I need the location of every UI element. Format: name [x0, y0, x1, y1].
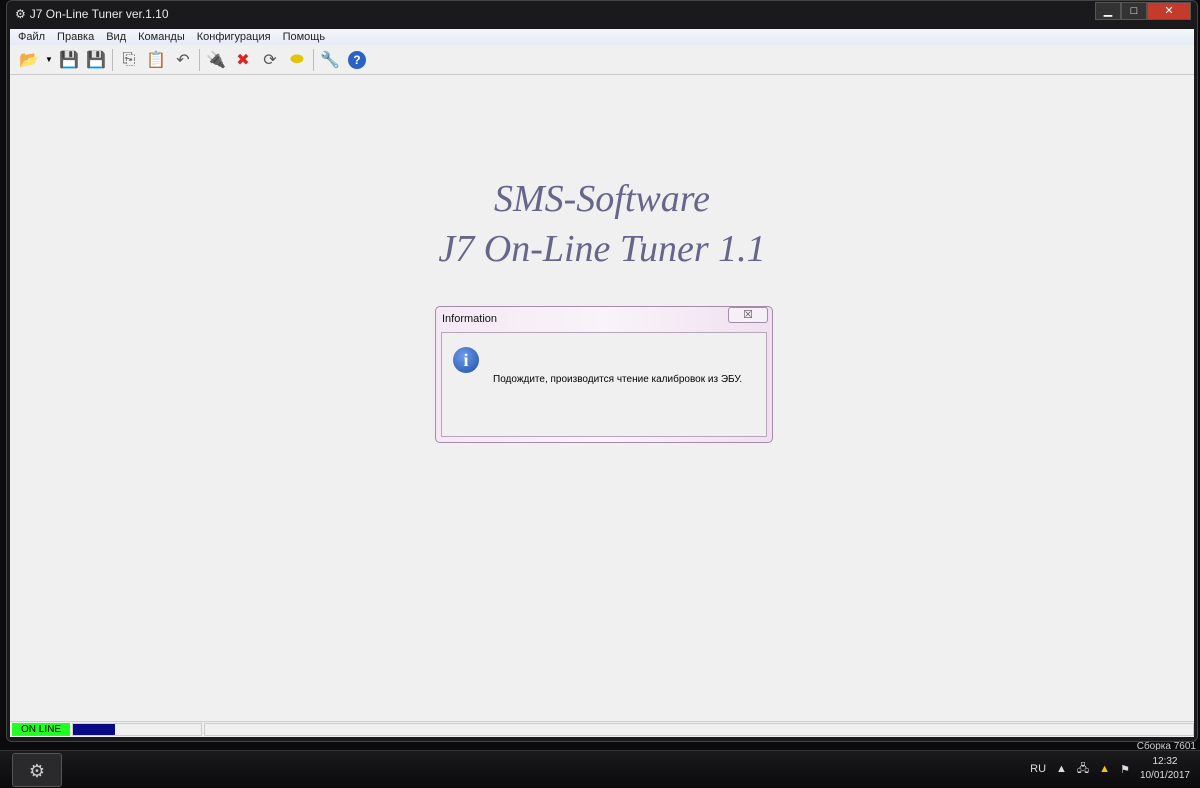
maximize-button[interactable]: □: [1121, 2, 1147, 20]
splash-product: J7 On-Line Tuner 1.1: [438, 228, 766, 270]
app-window: ⚙ J7 On-Line Tuner ver.1.10 ▁ □ ✕ Файл Пр…: [6, 0, 1198, 742]
engine-icon[interactable]: ⬬: [286, 49, 308, 71]
paste-icon[interactable]: 📋: [145, 49, 167, 71]
action-center-flag-icon[interactable]: ⚑: [1120, 763, 1130, 776]
undo-icon[interactable]: ↶: [172, 49, 194, 71]
clock[interactable]: 12:32 10/01/2017: [1140, 755, 1190, 783]
dropdown-arrow-icon[interactable]: ▼: [45, 55, 53, 64]
menu-edit[interactable]: Правка: [57, 29, 94, 45]
status-bar: ON LINE: [10, 721, 1194, 737]
menu-commands[interactable]: Команды: [138, 29, 185, 45]
connect-icon[interactable]: 🔌: [205, 49, 227, 71]
dialog-title: Information: [442, 313, 498, 325]
language-indicator[interactable]: RU: [1030, 763, 1046, 775]
dialog-message: Подождите, производится чтение калиброво…: [493, 374, 743, 385]
disconnect-icon[interactable]: ✖: [232, 49, 254, 71]
network-icon[interactable]: 🖧: [1077, 760, 1089, 779]
separator: [312, 48, 314, 71]
save-as-icon[interactable]: 💾: [85, 49, 107, 71]
app-icon: ⚙: [15, 7, 26, 21]
menu-config[interactable]: Конфигурация: [197, 29, 271, 45]
progress-fill: [73, 724, 116, 735]
menu-file[interactable]: Файл: [18, 29, 45, 45]
menu-help[interactable]: Помощь: [283, 29, 326, 45]
info-dialog: Information ☒ i Подождите, производится …: [435, 306, 773, 443]
copy-icon[interactable]: ⎘: [118, 49, 140, 71]
minimize-button[interactable]: ▁: [1095, 2, 1121, 20]
menu-bar: Файл Правка Вид Команды Конфигурация Пом…: [10, 29, 1194, 45]
help-icon[interactable]: ?: [346, 49, 368, 71]
open-folder-icon[interactable]: 📂: [18, 49, 40, 71]
google-drive-icon[interactable]: ▲: [1099, 763, 1110, 775]
splash-company: SMS-Software: [493, 178, 710, 220]
progress-bar: [72, 723, 202, 736]
refresh-icon[interactable]: ⟳: [259, 49, 281, 71]
toolbar: 📂 ▼ 💾 💾 ⎘ 📋 ↶ 🔌 ✖ ⟳ ⬬ 🔧 ?: [10, 45, 1194, 75]
window-title: ⚙ J7 On-Line Tuner ver.1.10: [15, 7, 169, 21]
clock-date: 10/01/2017: [1139, 770, 1190, 781]
save-icon[interactable]: 💾: [58, 49, 80, 71]
close-button[interactable]: ✕: [1147, 2, 1191, 20]
taskbar: ⚙ RU ▲ 🖧 ▲ ⚑ 12:32 10/01/2017: [0, 750, 1200, 788]
status-panel: [204, 723, 1194, 736]
info-icon: i: [453, 347, 479, 373]
clock-time: 12:32: [1152, 756, 1178, 767]
show-hidden-icons[interactable]: ▲: [1056, 763, 1067, 775]
menu-view[interactable]: Вид: [106, 29, 126, 45]
dialog-close-button[interactable]: ☒: [728, 307, 768, 323]
separator: [198, 48, 200, 71]
online-indicator: ON LINE: [12, 723, 70, 736]
tools-icon[interactable]: 🔧: [319, 49, 341, 71]
separator: [111, 48, 113, 71]
taskbar-app-button[interactable]: ⚙: [12, 753, 62, 787]
